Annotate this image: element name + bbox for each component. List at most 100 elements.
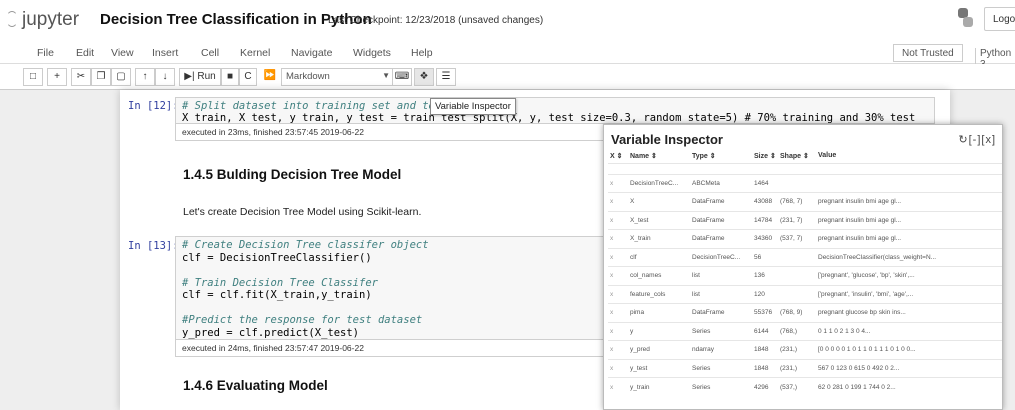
cell-13-prompt: In [13]: (128, 240, 179, 252)
variable-size: 43088 (752, 192, 778, 211)
table-row: x X_test DataFrame 14784 (231, 7) pregna… (608, 210, 1002, 230)
menu-kernel[interactable]: Kernel (240, 47, 270, 59)
table-row: x DecisionTreeC... ABCMeta 1464 (608, 173, 1002, 193)
variable-shape: (768, 7) (778, 192, 816, 211)
logout-button[interactable]: Logo (984, 7, 1015, 31)
insert-cell-button[interactable]: + (47, 68, 67, 86)
delete-variable-button[interactable]: x (608, 340, 628, 359)
variable-type: DataFrame (690, 210, 752, 230)
variable-shape (778, 284, 816, 304)
table-row: x X_train DataFrame 34360 (537, 7) pregn… (608, 229, 1002, 248)
variable-inspector-title[interactable]: Variable Inspector (611, 132, 723, 147)
variable-value: 0 1 1 0 2 1 3 0 4... (816, 321, 1002, 341)
table-row: x y_train Series 4296 (537,) 62 0 281 0 … (608, 377, 1002, 396)
arrow-up-icon: ↑ (142, 71, 148, 82)
menu-file[interactable]: File (37, 47, 54, 59)
delete-variable-button[interactable]: x (608, 321, 628, 341)
variable-value: pregnant glucose bp skin ins... (816, 303, 1002, 322)
menu-cell[interactable]: Cell (201, 47, 219, 59)
cell-12-line: X_train, X_test, y_train, y_test = train… (182, 112, 916, 124)
delete-variable-button[interactable]: x (608, 377, 628, 396)
menu-help[interactable]: Help (411, 47, 433, 59)
variable-name: col_names (628, 266, 690, 285)
delete-variable-button[interactable]: x (608, 358, 628, 378)
menu-edit[interactable]: Edit (76, 47, 94, 59)
run-all-button[interactable]: ⏩ (261, 68, 279, 86)
col-header-delete[interactable]: X ⇕ (608, 149, 628, 163)
variable-value: pregnant insulin bmi age gl... (816, 229, 1002, 248)
variable-name: y_pred (628, 340, 690, 359)
cell-13-comment-3: #Predict the response for test dataset (182, 314, 423, 326)
cell-12-prompt: In [12]: (128, 100, 179, 112)
variable-size: 55376 (752, 303, 778, 322)
variable-value: 62 0 281 0 199 1 744 0 2... (816, 377, 1002, 396)
variable-type: Series (690, 377, 752, 396)
variable-name: y_test (628, 358, 690, 378)
heading-building-model: 1.4.5 Bulding Decision Tree Model (183, 167, 402, 182)
jupyter-logo-icon (6, 11, 18, 27)
variable-value (816, 173, 1002, 193)
copy-button[interactable]: ❐ (91, 68, 111, 86)
move-up-button[interactable]: ↑ (135, 68, 155, 86)
variable-shape: (231,) (778, 340, 816, 359)
variable-size: 1848 (752, 340, 778, 359)
cell-13-line-3: y_pred = clf.predict(X_test) (182, 326, 360, 339)
menu-view[interactable]: View (111, 47, 134, 59)
col-header-name[interactable]: Name ⇕ (628, 149, 690, 163)
paste-button[interactable]: ▢ (111, 68, 131, 86)
delete-variable-button[interactable]: x (608, 192, 628, 211)
interrupt-button[interactable]: ■ (221, 68, 239, 86)
move-down-button[interactable]: ↓ (155, 68, 175, 86)
variable-type: list (690, 266, 752, 285)
menu-navigate[interactable]: Navigate (291, 47, 332, 59)
delete-variable-button[interactable]: x (608, 173, 628, 193)
python-logo-icon (958, 8, 973, 27)
variable-shape (778, 173, 816, 193)
variable-name: pima (628, 303, 690, 322)
cell-13-line-1: clf = DecisionTreeClassifier() (182, 251, 372, 264)
variable-type: DataFrame (690, 192, 752, 211)
toc-button[interactable]: ☰ (436, 68, 456, 86)
variable-inspector-button[interactable]: ❖ (414, 68, 434, 86)
run-button[interactable]: ▶| Run (179, 68, 221, 86)
table-row-spacer (608, 162, 1002, 174)
variable-size: 120 (752, 284, 778, 304)
cell-type-value: Markdown (286, 71, 330, 82)
variable-type: DecisionTreeC... (690, 247, 752, 267)
jupyter-logo[interactable]: jupyter (6, 9, 79, 31)
delete-variable-button[interactable]: x (608, 210, 628, 230)
variable-name: y (628, 321, 690, 341)
arrow-down-icon: ↓ (162, 71, 168, 82)
delete-variable-button[interactable]: x (608, 229, 628, 248)
trust-indicator[interactable]: Not Trusted (893, 44, 963, 62)
col-header-value[interactable]: Value (816, 149, 1002, 163)
dropdown-arrow-icon: ▼ (382, 71, 390, 80)
menu-insert[interactable]: Insert (152, 47, 178, 59)
table-header-row: X ⇕ Name ⇕ Type ⇕ Size ⇕ Shape ⇕ Value (608, 149, 1002, 163)
col-header-type[interactable]: Type ⇕ (690, 149, 752, 163)
keyboard-button[interactable]: ⌨ (392, 68, 412, 86)
cut-button[interactable]: ✂ (71, 68, 91, 86)
delete-variable-button[interactable]: x (608, 266, 628, 285)
inspector-window-controls[interactable]: ↻[-][x] (958, 133, 996, 146)
col-header-shape[interactable]: Shape ⇕ (778, 149, 816, 163)
variable-shape: (231, 7) (778, 210, 816, 230)
restart-button[interactable]: C (239, 68, 257, 86)
plus-icon: + (54, 71, 60, 82)
restart-icon: C (244, 71, 252, 82)
variable-size: 1848 (752, 358, 778, 378)
variable-shape (778, 247, 816, 267)
delete-variable-button[interactable]: x (608, 284, 628, 304)
cell-type-select[interactable]: Markdown ▼ (281, 68, 396, 86)
scissors-icon: ✂ (76, 71, 86, 82)
cell-12-code[interactable]: # Split dataset into training set and te… (175, 97, 935, 124)
col-header-size[interactable]: Size ⇕ (752, 149, 778, 163)
save-button[interactable]: □ (23, 68, 43, 86)
delete-variable-button[interactable]: x (608, 247, 628, 267)
paste-icon: ▢ (116, 71, 126, 82)
variable-type: Series (690, 321, 752, 341)
table-row: x y_pred ndarray 1848 (231,) [0 0 0 0 0 … (608, 340, 1002, 359)
menu-widgets[interactable]: Widgets (353, 47, 391, 59)
delete-variable-button[interactable]: x (608, 303, 628, 322)
table-row: x y Series 6144 (768,) 0 1 1 0 2 1 3 0 4… (608, 321, 1002, 341)
